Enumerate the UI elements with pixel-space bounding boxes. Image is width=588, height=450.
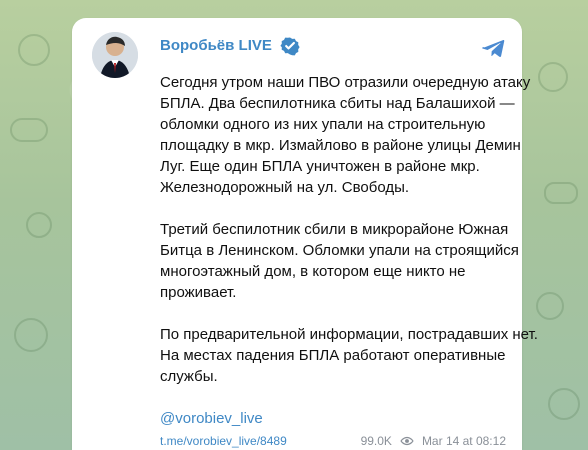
post-footer: t.me/vorobiev_live/8489 99.0K Mar 14 at … (160, 432, 506, 450)
post-timestamp: Mar 14 at 08:12 (421, 434, 506, 448)
background-doodle-1 (18, 34, 50, 66)
message-paragraph-2: Третий беспилотник сбили в микрорайоне Ю… (160, 221, 519, 301)
message-body: Сегодня утром наши ПВО отразили очередну… (160, 72, 560, 429)
background-doodle-2 (10, 118, 48, 142)
channel-handle-link[interactable]: @vorobiev_live (160, 408, 263, 429)
avatar[interactable] (92, 32, 138, 78)
views-count: 99.0K (360, 434, 392, 448)
message-paragraph-1: Сегодня утром наши ПВО отразили очередну… (160, 74, 531, 196)
message-paragraph-3: По предварительной информации, пострадав… (160, 326, 538, 385)
background-doodle-4 (14, 318, 48, 352)
channel-header: Воробьёв LIVE (160, 36, 300, 56)
channel-name[interactable]: Воробьёв LIVE (160, 36, 272, 56)
telegram-share-icon[interactable] (482, 36, 506, 60)
background-doodle-3 (26, 212, 52, 238)
eye-icon (400, 436, 414, 446)
avatar-image (92, 32, 138, 78)
verified-icon (280, 37, 300, 56)
post-link[interactable]: t.me/vorobiev_live/8489 (160, 432, 287, 450)
post-meta: 99.0K Mar 14 at 08:12 (361, 432, 506, 450)
telegram-post-card: Воробьёв LIVE Сегодня утром наши ПВО отр… (72, 18, 538, 450)
